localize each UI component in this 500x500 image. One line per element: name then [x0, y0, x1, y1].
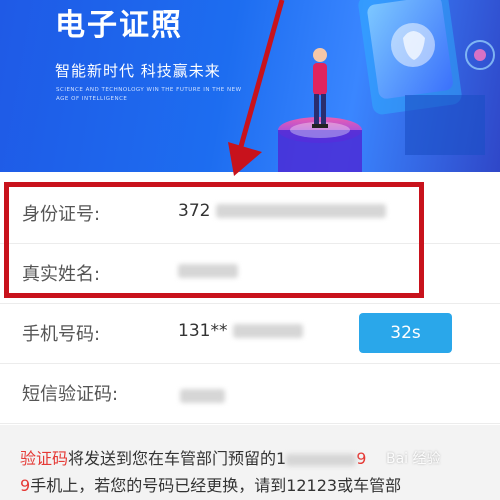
phone-label: 手机号码:	[22, 324, 101, 345]
notice-highlight: 验证码	[20, 449, 69, 468]
phone-input[interactable]: 131**	[178, 321, 303, 341]
highlight-box	[4, 182, 424, 298]
notice-line2: 手机上，若您的号码已经更换，请到12123或车管部	[30, 476, 402, 495]
banner-slogan: 智能新时代 科技赢未来	[55, 62, 221, 80]
notice-line1: 将发送到您在车管部门预留的1	[68, 449, 287, 468]
sms-code-row: 短信验证码:	[0, 362, 500, 424]
sms-code-label: 短信验证码:	[22, 384, 119, 405]
send-code-button[interactable]: 32s	[359, 313, 452, 353]
banner-title: 电子证照	[55, 8, 183, 43]
notice-line1-tail: 9	[356, 449, 367, 468]
watermark: Bai 经验	[386, 451, 441, 467]
sms-code-input[interactable]	[178, 385, 358, 403]
red-arrow	[228, 0, 285, 176]
